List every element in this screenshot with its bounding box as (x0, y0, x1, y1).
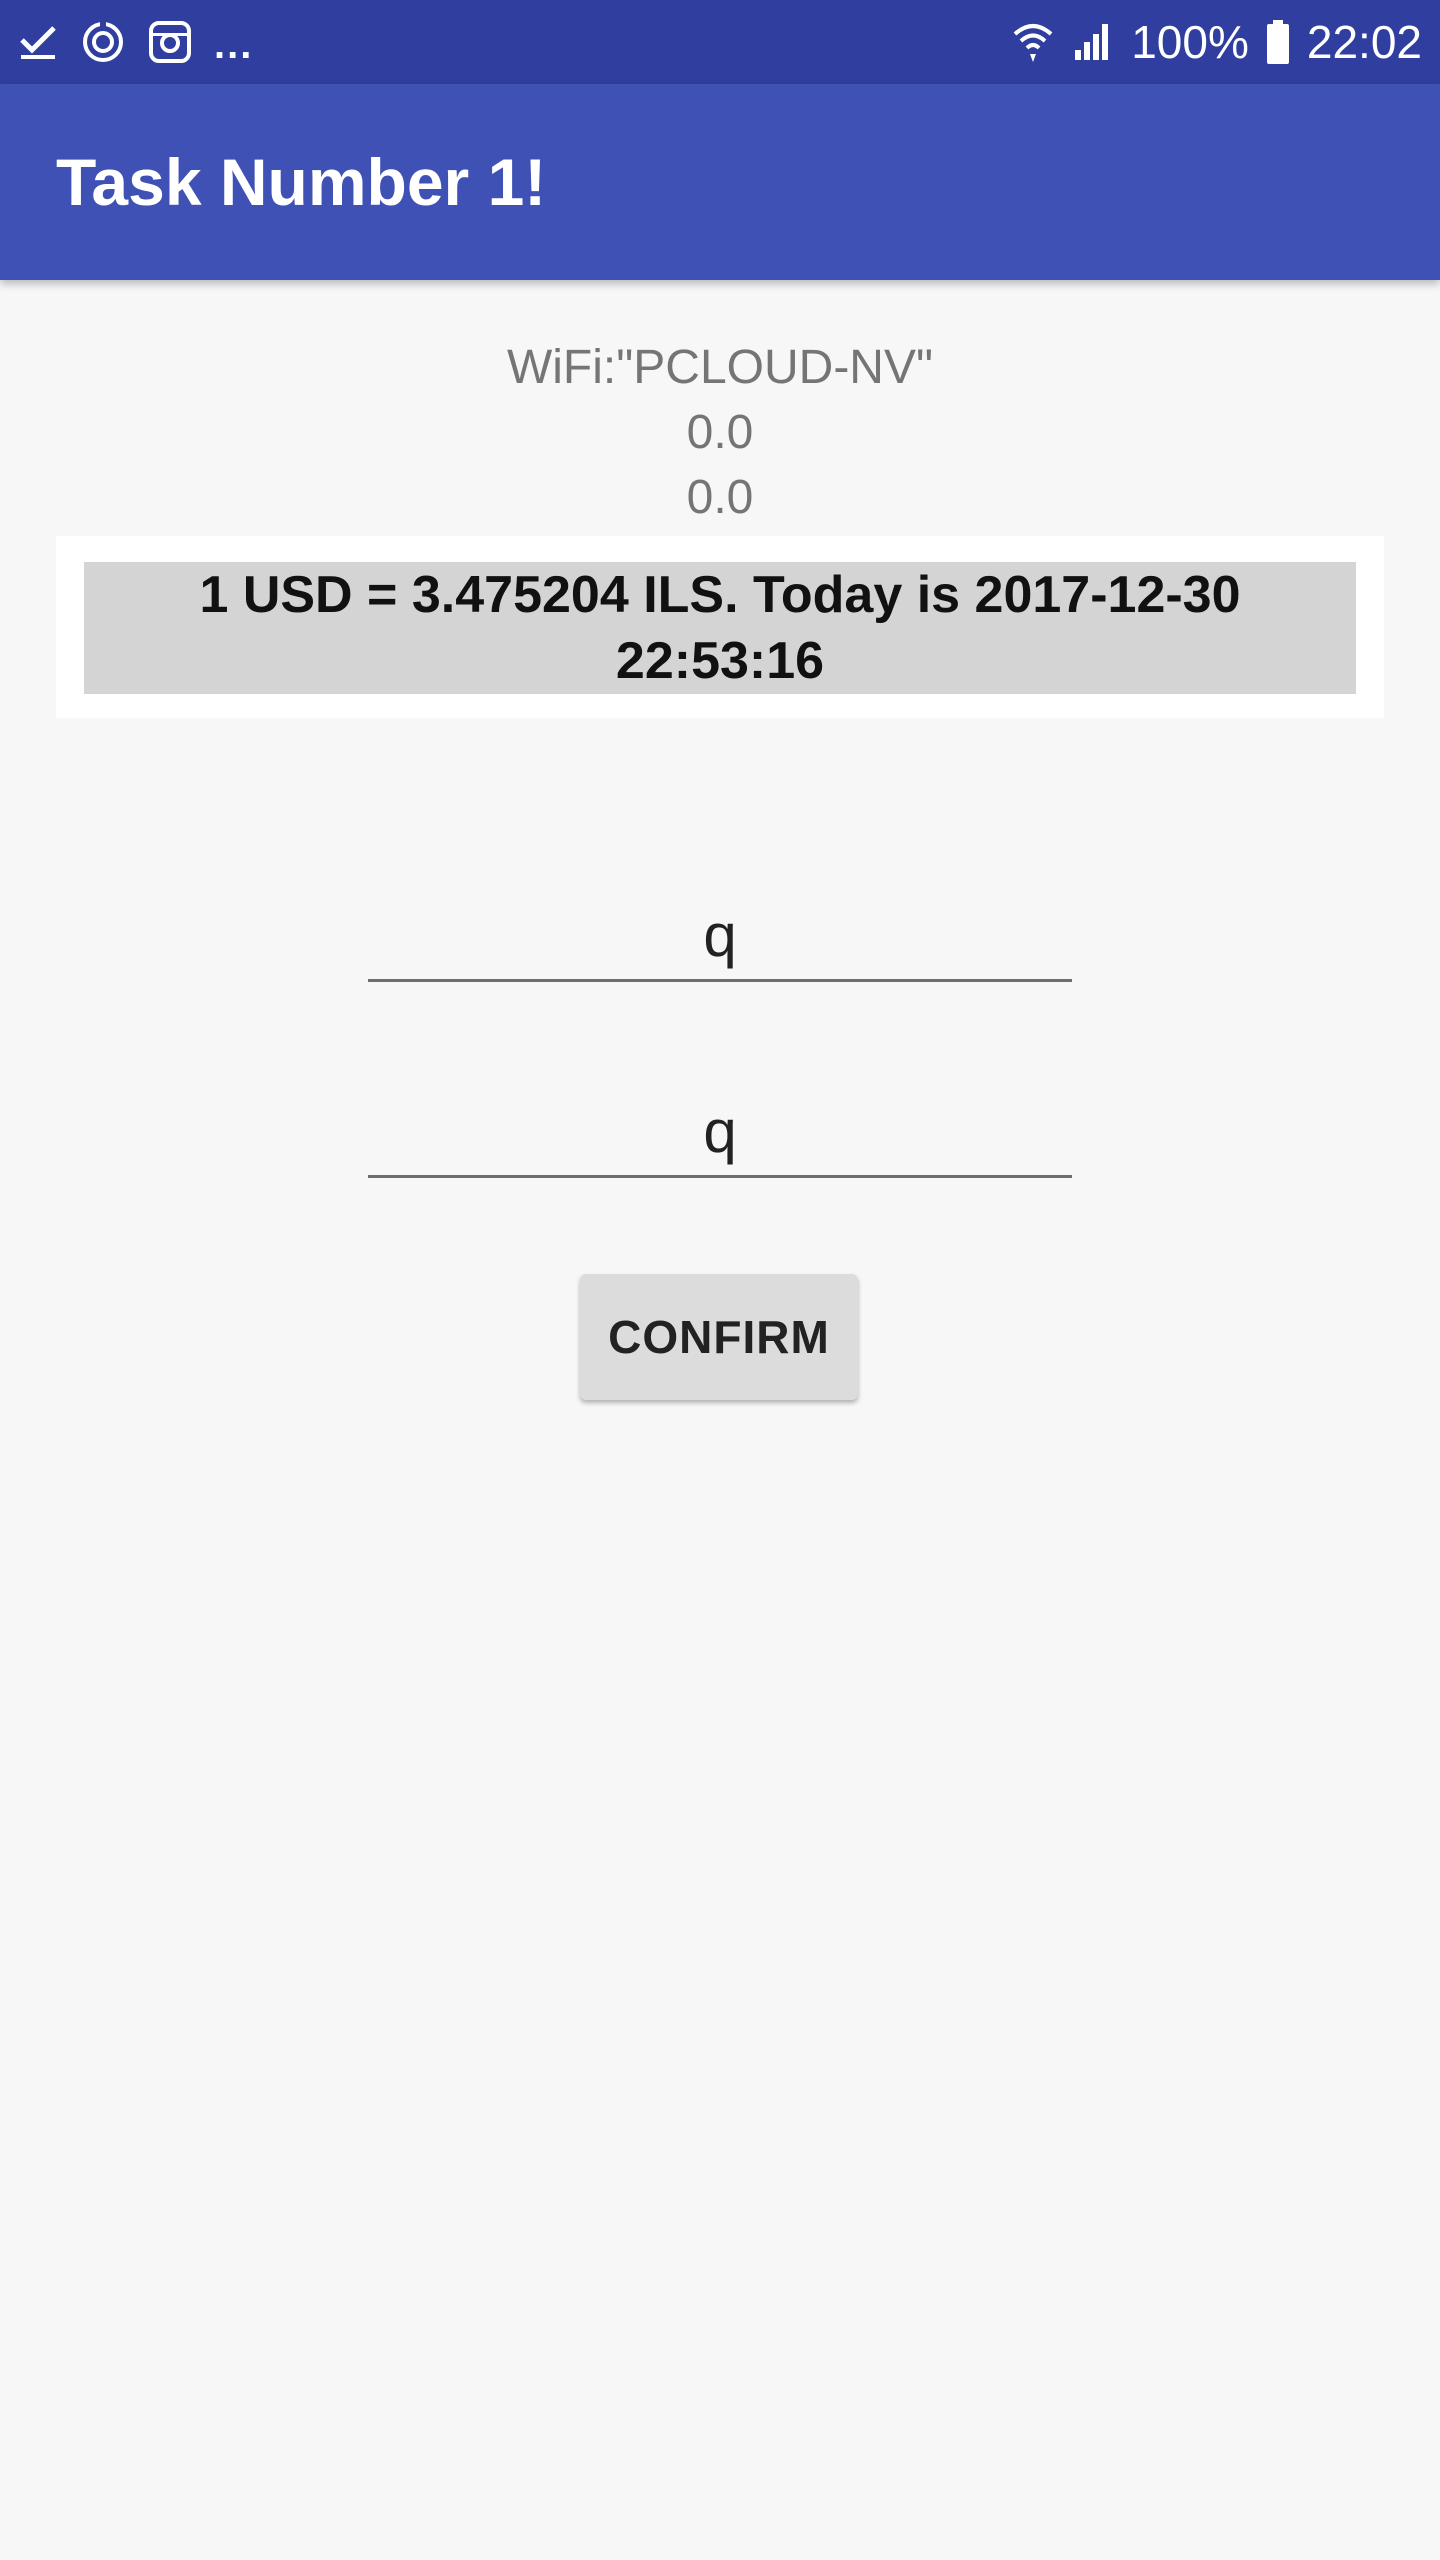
text-field-2[interactable] (368, 1088, 1072, 1178)
status-bar: ... 100% 22:02 (0, 0, 1440, 84)
status-time: 22:02 (1306, 16, 1422, 68)
confirm-button[interactable]: CONFIRM (580, 1274, 858, 1400)
app-bar: Task Number 1! (0, 84, 1440, 280)
signal-icon (1071, 20, 1115, 64)
wifi-icon (1011, 20, 1055, 64)
exchange-rate-box: 1 USD = 3.475204 ILS. Today is 2017-12-3… (84, 562, 1356, 694)
battery-percent: 100% (1131, 16, 1249, 68)
app-title: Task Number 1! (56, 145, 547, 219)
wifi-info: WiFi:"PCLOUD-NV" (506, 341, 934, 394)
exchange-rate-panel: 1 USD = 3.475204 ILS. Today is 2017-12-3… (56, 536, 1384, 718)
exchange-rate-line-2: 22:53:16 (615, 632, 825, 690)
status-right-icons: 100% 22:02 (1011, 0, 1422, 84)
sync-icon (80, 19, 126, 65)
value-1: 0.0 (686, 406, 754, 459)
status-left-icons: ... (18, 0, 253, 84)
value-2: 0.0 (686, 471, 754, 524)
exchange-rate-line-1: 1 USD = 3.475204 ILS. Today is 2017-12-3… (199, 566, 1241, 624)
battery-icon (1265, 19, 1291, 65)
instagram-icon (148, 20, 192, 64)
notification-overflow: ... (214, 22, 254, 67)
checkmark-icon (18, 22, 58, 62)
text-field-1[interactable] (368, 892, 1072, 982)
